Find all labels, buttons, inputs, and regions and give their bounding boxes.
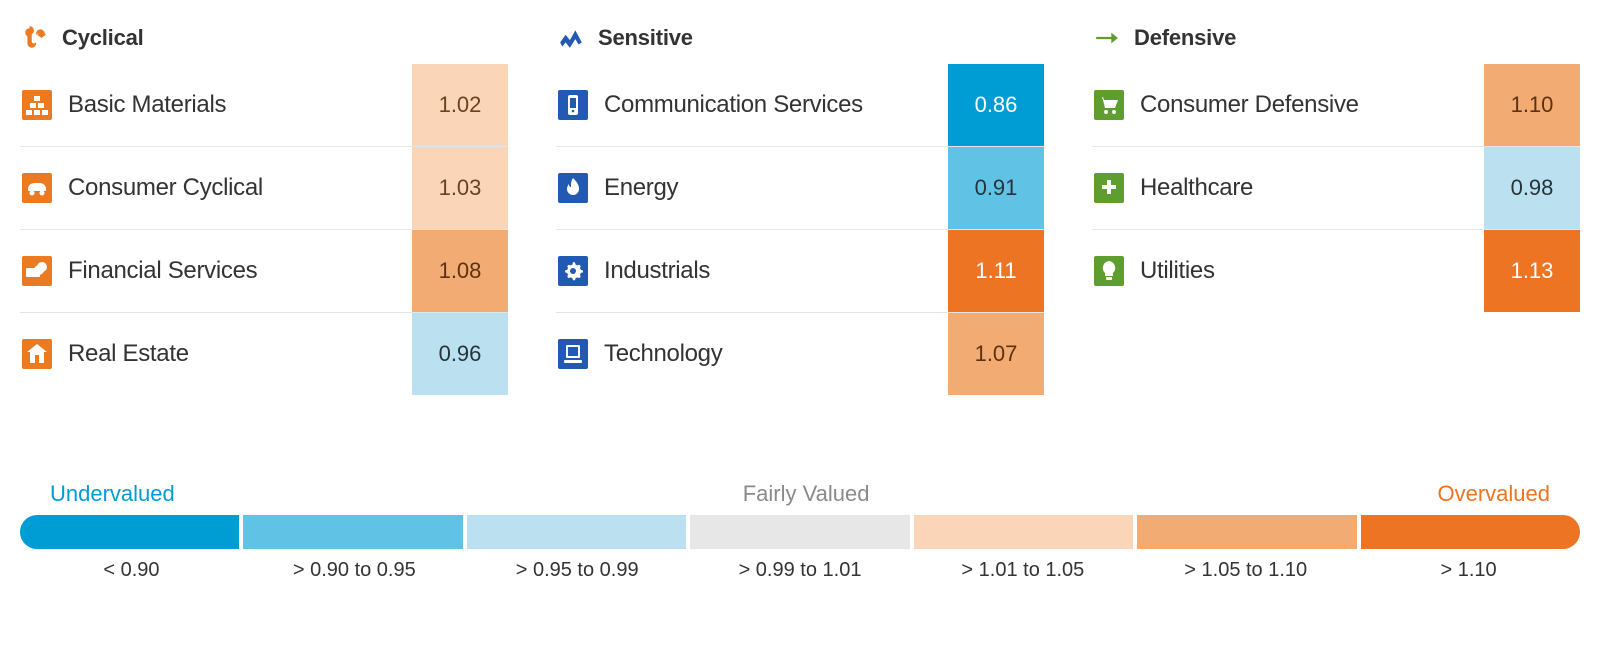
sector-value: 1.13 [1484,230,1580,312]
sector-label: Financial Services [68,257,257,285]
sector-value: 1.08 [412,230,508,312]
technology-icon [558,339,588,369]
energy-icon [558,173,588,203]
legend-label-overvalued: Overvalued [1437,481,1550,507]
column-sensitive: Sensitive Communication Services 0.86 En… [556,12,1044,395]
legend-ranges: < 0.90 > 0.90 to 0.95 > 0.95 to 0.99 > 0… [20,559,1580,582]
sector-label: Real Estate [68,340,189,368]
sector-row: Utilities 1.13 [1092,229,1580,312]
legend-seg [914,515,1133,549]
sector-label: Consumer Defensive [1140,91,1359,119]
financial-services-icon [22,256,52,286]
sector-row: Consumer Defensive 1.10 [1092,64,1580,146]
legend-range: > 1.01 to 1.05 [911,559,1134,582]
arrow-icon [1094,25,1120,51]
sector-row: Technology 1.07 [556,312,1044,395]
sector-value: 0.98 [1484,147,1580,229]
column-defensive: Defensive Consumer Defensive 1.10 Health… [1092,12,1580,395]
column-header-cyclical: Cyclical [20,12,508,64]
sector-row: Communication Services 0.86 [556,64,1044,146]
utilities-icon [1094,256,1124,286]
communication-icon [558,90,588,120]
valuation-legend: Undervalued Fairly Valued Overvalued < 0… [20,481,1580,582]
sector-label: Industrials [604,257,710,285]
sector-row: Real Estate 0.96 [20,312,508,395]
legend-range: > 0.95 to 0.99 [466,559,689,582]
legend-seg [467,515,686,549]
column-header-sensitive: Sensitive [556,12,1044,64]
trend-icon [558,25,584,51]
sector-value: 1.11 [948,230,1044,312]
sector-value: 0.86 [948,64,1044,146]
real-estate-icon [22,339,52,369]
legend-label-undervalued: Undervalued [50,481,175,507]
industrials-icon [558,256,588,286]
legend-seg [1361,515,1580,549]
sector-value: 0.96 [412,313,508,395]
basic-materials-icon [22,90,52,120]
column-cyclical: Cyclical Basic Materials 1.02 Consumer C… [20,12,508,395]
consumer-cyclical-icon [22,173,52,203]
column-header-label: Sensitive [598,25,693,51]
legend-color-bar [20,515,1580,549]
sector-value: 0.91 [948,147,1044,229]
sector-label: Technology [604,340,722,368]
sector-label: Basic Materials [68,91,226,119]
valuation-table: Cyclical Basic Materials 1.02 Consumer C… [20,12,1580,395]
sector-value: 1.10 [1484,64,1580,146]
legend-range: > 1.10 [1357,559,1580,582]
sector-label: Energy [604,174,678,202]
column-header-label: Defensive [1134,25,1236,51]
sector-label: Communication Services [604,91,863,119]
cycle-icon [22,25,48,51]
legend-range: > 0.90 to 0.95 [243,559,466,582]
legend-range: < 0.90 [20,559,243,582]
sector-row: Healthcare 0.98 [1092,146,1580,229]
sector-row: Financial Services 1.08 [20,229,508,312]
sector-row: Industrials 1.11 [556,229,1044,312]
sector-row: Consumer Cyclical 1.03 [20,146,508,229]
sector-value: 1.02 [412,64,508,146]
legend-range: > 1.05 to 1.10 [1134,559,1357,582]
column-header-defensive: Defensive [1092,12,1580,64]
sector-value: 1.07 [948,313,1044,395]
healthcare-icon [1094,173,1124,203]
sector-label: Consumer Cyclical [68,174,263,202]
legend-seg [690,515,909,549]
sector-row: Energy 0.91 [556,146,1044,229]
legend-seg [243,515,462,549]
sector-label: Healthcare [1140,174,1253,202]
legend-label-fairly-valued: Fairly Valued [743,481,870,507]
sector-label: Utilities [1140,257,1215,285]
column-header-label: Cyclical [62,25,144,51]
legend-range: > 0.99 to 1.01 [689,559,912,582]
legend-seg [1137,515,1356,549]
sector-row: Basic Materials 1.02 [20,64,508,146]
sector-value: 1.03 [412,147,508,229]
legend-seg [20,515,239,549]
consumer-defensive-icon [1094,90,1124,120]
